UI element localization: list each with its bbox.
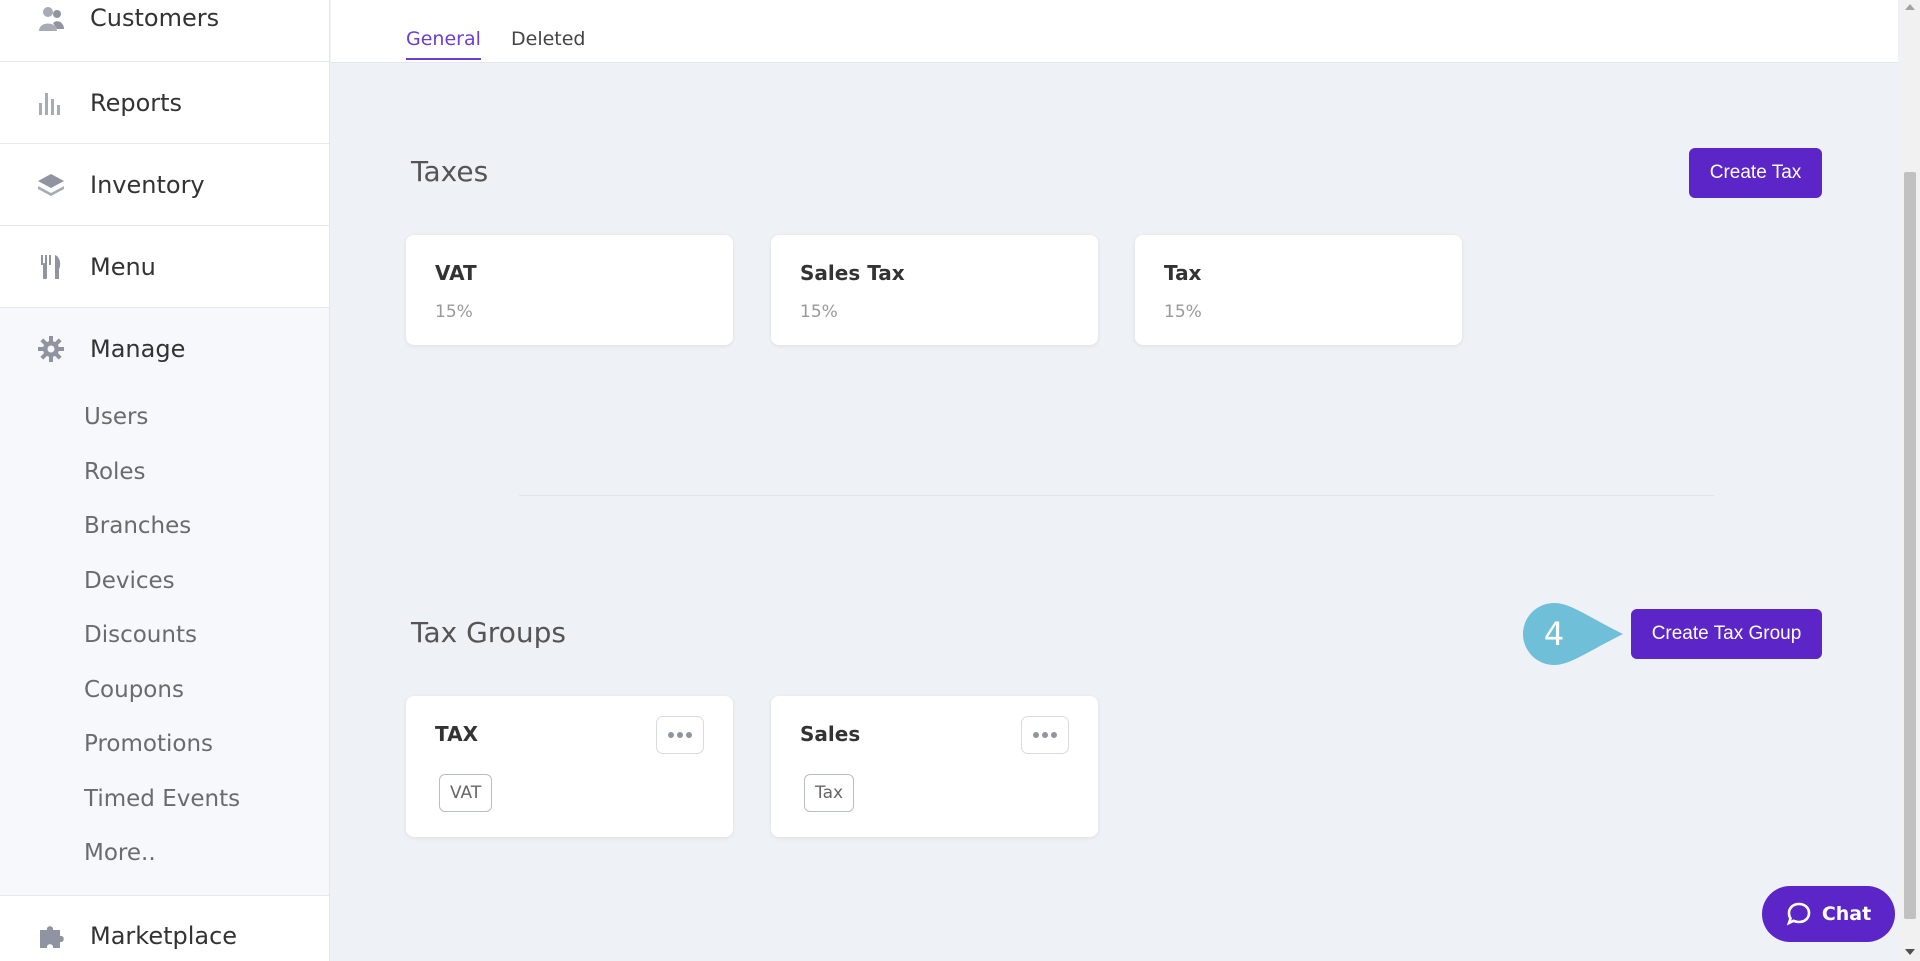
puzzle-icon (36, 921, 66, 951)
tax-groups-title: Tax Groups (411, 616, 566, 649)
sidebar-item-label: Reports (90, 88, 183, 117)
tab-general[interactable]: General (406, 28, 481, 60)
reports-icon (36, 88, 66, 118)
sidebar-item-manage[interactable]: Manage (0, 308, 329, 390)
sidebar-subitem-users[interactable]: Users (0, 390, 329, 445)
tax-rate: 15% (800, 302, 838, 322)
tax-rate: 15% (435, 302, 473, 322)
sidebar-subitem-coupons[interactable]: Coupons (0, 663, 329, 718)
tax-name: Tax (1164, 261, 1202, 285)
more-options-button[interactable] (1021, 716, 1069, 754)
create-tax-group-button[interactable]: Create Tax Group (1631, 609, 1822, 659)
create-tax-button[interactable]: Create Tax (1689, 148, 1822, 198)
menu-icon (36, 252, 66, 282)
sidebar-item-customers[interactable]: Customers (0, 0, 329, 62)
sidebar-item-reports[interactable]: Reports (0, 62, 329, 144)
sidebar-item-marketplace[interactable]: Marketplace (0, 895, 329, 961)
sidebar-subitem-branches[interactable]: Branches (0, 499, 329, 554)
tax-rate: 15% (1164, 302, 1202, 322)
tab-bar: General Deleted (331, 0, 1898, 63)
sidebar-item-label: Inventory (90, 170, 205, 199)
sidebar-subitem-timed-events[interactable]: Timed Events (0, 772, 329, 827)
scroll-down-icon[interactable] (1905, 949, 1915, 955)
sidebar-subitem-discounts[interactable]: Discounts (0, 608, 329, 663)
more-options-button[interactable] (656, 716, 704, 754)
ellipsis-icon (668, 732, 692, 738)
tax-group-name: Sales (800, 722, 861, 746)
tax-group-card-tax[interactable]: TAX VAT (406, 696, 733, 837)
tax-group-name: TAX (435, 722, 478, 746)
sidebar-item-label: Marketplace (90, 922, 238, 950)
tax-group-card-sales[interactable]: Sales Tax (771, 696, 1098, 837)
sidebar-item-menu[interactable]: Menu (0, 226, 329, 308)
sidebar-subitem-promotions[interactable]: Promotions (0, 717, 329, 772)
tax-name: VAT (435, 261, 477, 285)
taxes-title: Taxes (411, 155, 489, 188)
chat-button[interactable]: Chat (1762, 886, 1895, 942)
tax-tag: Tax (804, 774, 855, 812)
sidebar-item-label: Manage (90, 335, 186, 363)
sidebar-subitem-devices[interactable]: Devices (0, 554, 329, 609)
sidebar-item-label: Menu (90, 252, 156, 281)
tax-card-vat[interactable]: VAT 15% (406, 235, 733, 345)
tax-card-tax[interactable]: Tax 15% (1135, 235, 1462, 345)
step-number: 4 (1543, 615, 1565, 653)
gear-icon (36, 334, 66, 364)
page-scrollbar[interactable] (1900, 0, 1920, 961)
ellipsis-icon (1033, 732, 1057, 738)
sidebar-manage-group: Manage Users Roles Branches Devices Disc… (0, 308, 329, 896)
scroll-up-icon[interactable] (1905, 4, 1915, 10)
scrollbar-thumb[interactable] (1904, 172, 1916, 919)
sidebar-item-inventory[interactable]: Inventory (0, 144, 329, 226)
chat-label: Chat (1821, 903, 1872, 925)
tax-card-sales-tax[interactable]: Sales Tax 15% (771, 235, 1098, 345)
customers-icon (36, 4, 66, 34)
sidebar: Customers Reports Inventory Menu Manage … (0, 0, 330, 961)
tax-name: Sales Tax (800, 261, 905, 285)
sidebar-subitem-more[interactable]: More.. (0, 826, 329, 881)
section-divider (519, 495, 1714, 496)
sidebar-subitem-roles[interactable]: Roles (0, 445, 329, 500)
tax-tag: VAT (439, 774, 493, 812)
chat-bubble-icon (1786, 902, 1811, 926)
sidebar-item-label: Customers (90, 4, 220, 32)
inventory-icon (36, 170, 66, 200)
main-content: General Deleted Taxes Create Tax VAT 15%… (331, 0, 1898, 961)
tab-deleted[interactable]: Deleted (511, 28, 586, 58)
